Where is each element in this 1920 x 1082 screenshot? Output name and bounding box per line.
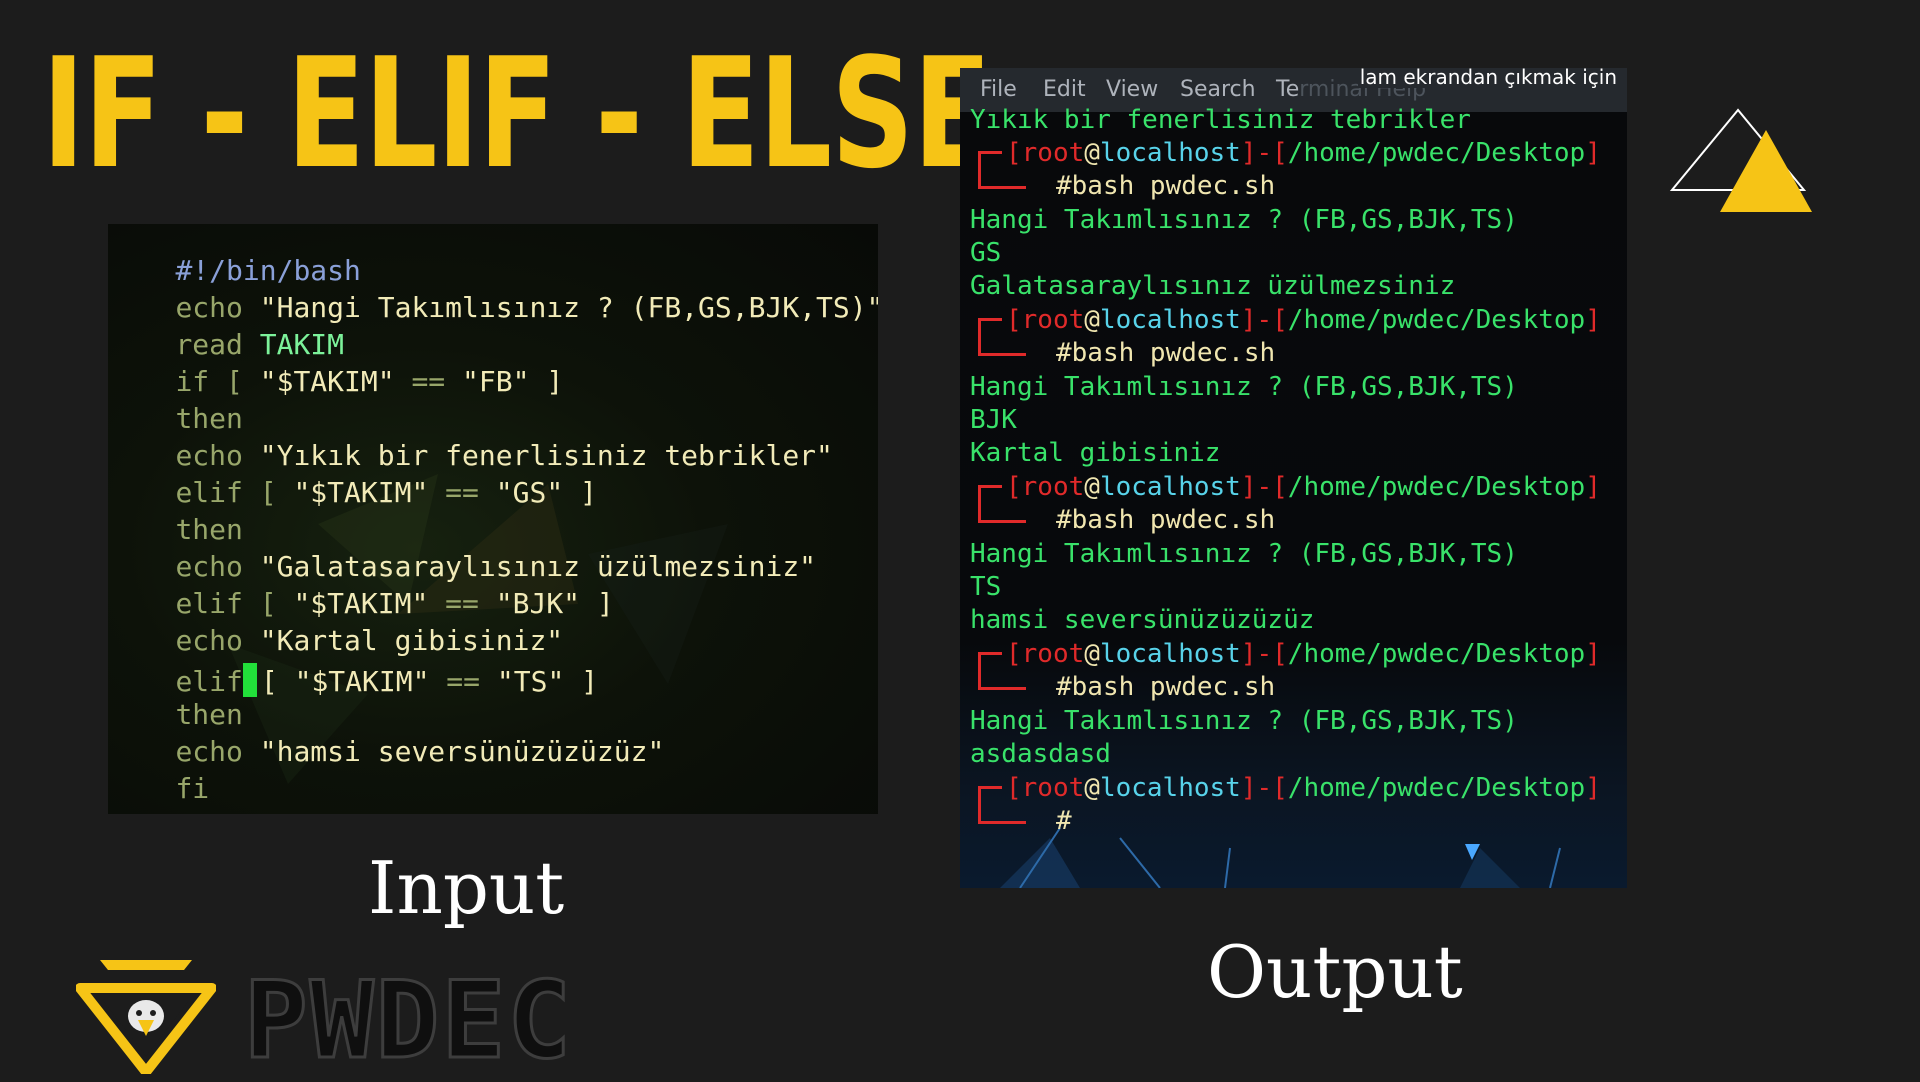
terminal-prompt: [root@localhost]-[/home/pwdec/Desktop] #… xyxy=(970,471,1610,535)
terminal-output: Kartal gibisiniz xyxy=(970,438,1221,468)
terminal-prompt: [root@localhost]-[/home/pwdec/Desktop] #… xyxy=(970,638,1610,702)
triangles-icon xyxy=(1669,108,1812,212)
terminal-prompt: [root@localhost]-[/home/pwdec/Desktop] #… xyxy=(970,137,1610,201)
terminal-output: Yıkık bir fenerlisiniz tebrikler xyxy=(970,105,1471,135)
terminal-window: File Edit View Search Terminal Help lam … xyxy=(960,68,1627,888)
terminal-input: TS xyxy=(970,572,1002,602)
terminal-output: hamsi seversünüzüzüzüz xyxy=(970,605,1315,635)
terminal-input: GS xyxy=(970,238,1002,268)
terminal-input: BJK xyxy=(970,405,1017,435)
text-cursor xyxy=(242,663,257,697)
terminal-output: Galatasaraylısınız üzülmezsiniz xyxy=(970,271,1456,301)
terminal-output: Hangi Takımlısınız ? (FB,GS,BJK,TS) xyxy=(970,205,1518,235)
terminal-output: Hangi Takımlısınız ? (FB,GS,BJK,TS) xyxy=(970,372,1518,402)
output-caption: Output xyxy=(1207,930,1463,1014)
terminal-output: Hangi Takımlısınız ? (FB,GS,BJK,TS) xyxy=(970,539,1518,569)
brand-wordmark: PWDEC xyxy=(242,959,574,1082)
fullscreen-tooltip: lam ekrandan çıkmak için xyxy=(1357,68,1619,89)
terminal-input: asdasdasd xyxy=(970,739,1111,769)
page-title: IF - ELIF - ELSE xyxy=(42,25,992,202)
terminal-prompt[interactable]: [root@localhost]-[/home/pwdec/Desktop] # xyxy=(970,772,1610,836)
code-line: fi xyxy=(175,772,210,805)
code-editor-panel: #!/bin/bash echo "Hangi Takımlısınız ? (… xyxy=(108,224,878,814)
input-caption: Input xyxy=(368,846,565,930)
eagle-logo-icon xyxy=(76,960,216,1074)
terminal-output: Hangi Takımlısınız ? (FB,GS,BJK,TS) xyxy=(970,706,1518,736)
terminal-prompt: [root@localhost]-[/home/pwdec/Desktop] #… xyxy=(970,304,1610,368)
